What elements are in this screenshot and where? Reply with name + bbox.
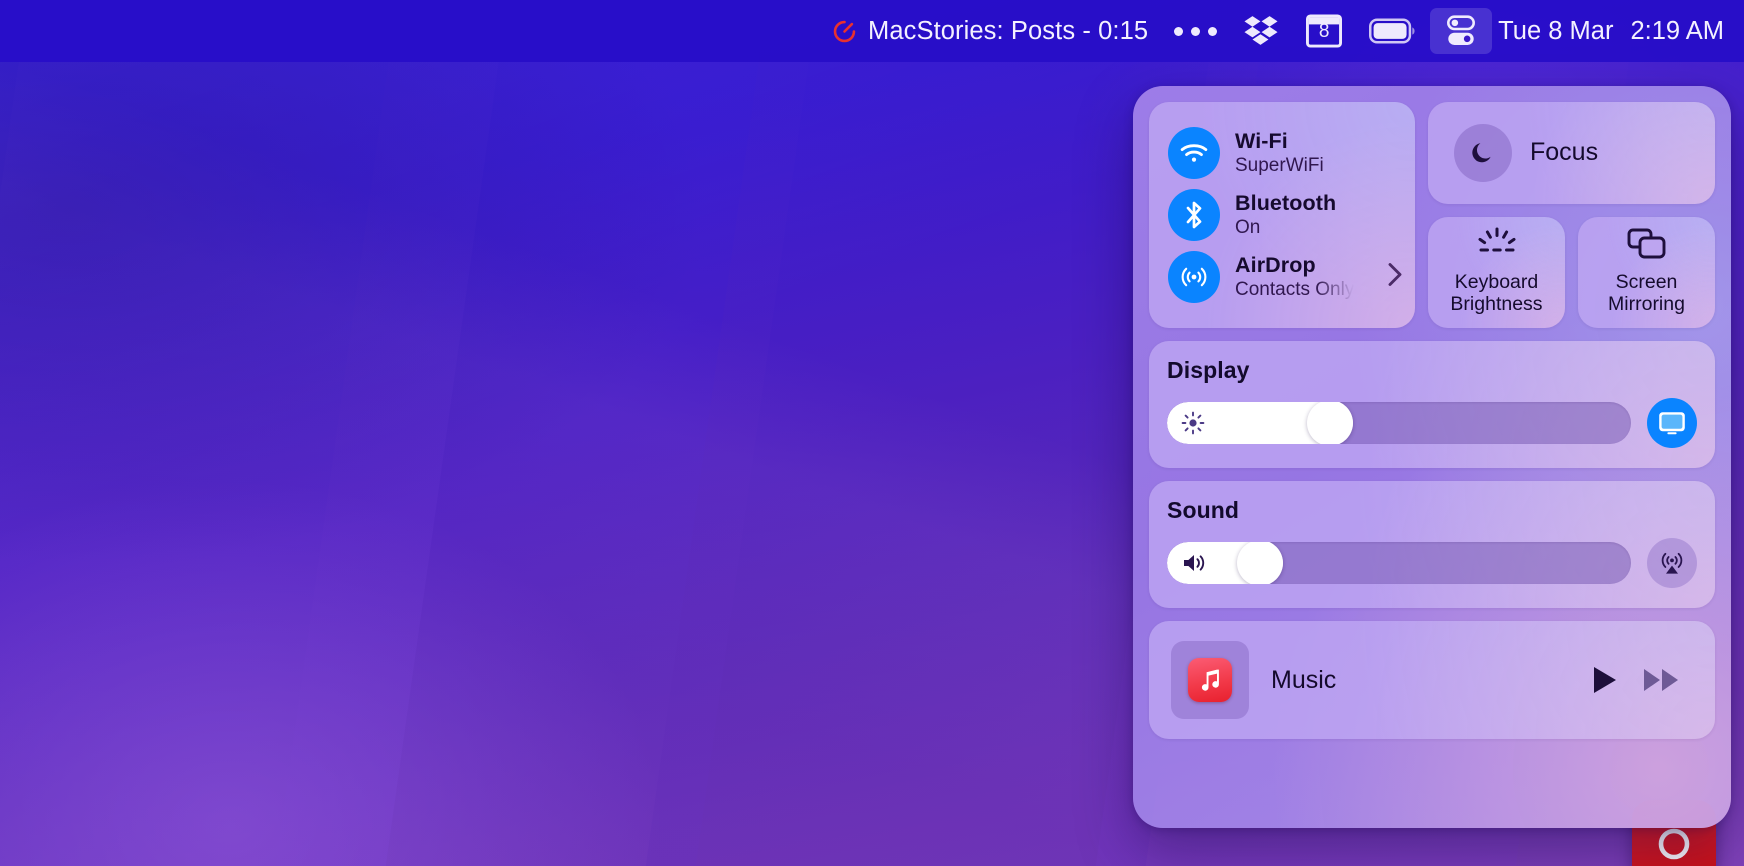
music-app-icon — [1188, 658, 1232, 702]
play-icon[interactable] — [1589, 664, 1619, 696]
airdrop-row[interactable]: AirDrop Contacts Only — [1149, 246, 1415, 308]
wallpaper-glow — [0, 466, 680, 866]
calendar-icon: 8 — [1305, 12, 1343, 50]
music-app-tile[interactable] — [1171, 641, 1249, 719]
brightness-icon — [1181, 411, 1205, 435]
display-icon — [1657, 410, 1687, 436]
wifi-subtitle: SuperWiFi — [1235, 155, 1324, 176]
display-heading: Display — [1167, 357, 1250, 383]
menubar-control-center-button[interactable] — [1430, 8, 1493, 54]
bluetooth-row[interactable]: Bluetooth On — [1149, 184, 1415, 246]
sound-heading: Sound — [1167, 497, 1240, 523]
now-playing-text: MacStories: Posts - 0:15 — [867, 16, 1149, 45]
ellipsis-icon — [1174, 26, 1218, 36]
desktop: MacStories: Posts - 0:15 8 Tue 8 Mar 2:1… — [0, 0, 1744, 866]
control-center-panel: Wi-Fi SuperWiFi Bluetooth On AirDrop Con… — [1133, 86, 1731, 828]
sound-slider-row — [1167, 538, 1697, 588]
focus-tile[interactable]: Focus — [1428, 102, 1715, 204]
display-slider-knob[interactable] — [1306, 402, 1353, 444]
menu-bar: MacStories: Posts - 0:15 8 Tue 8 Mar 2:1… — [0, 0, 1744, 62]
timer-icon — [831, 18, 858, 45]
airdrop-title: AirDrop — [1235, 253, 1316, 277]
airplay-audio-icon — [1658, 549, 1686, 577]
airdrop-icon — [1168, 251, 1220, 303]
wifi-text: Wi-Fi SuperWiFi — [1235, 129, 1324, 177]
focus-label: Focus — [1530, 138, 1599, 167]
sound-volume-slider[interactable] — [1167, 542, 1631, 584]
dropbox-icon — [1243, 15, 1279, 47]
menubar-dropbox[interactable] — [1230, 8, 1292, 54]
sound-slider-knob[interactable] — [1237, 542, 1283, 584]
display-slider-row — [1167, 398, 1697, 448]
wallpaper-band — [245, 0, 835, 866]
wifi-icon — [1168, 127, 1220, 179]
menubar-battery[interactable] — [1356, 8, 1430, 54]
bluetooth-title: Bluetooth — [1235, 191, 1337, 215]
airdrop-subtitle: Contacts Only — [1235, 279, 1355, 300]
music-controls — [1589, 664, 1693, 696]
display-settings-button[interactable] — [1647, 398, 1697, 448]
wallpaper-shadow — [0, 60, 700, 560]
moon-icon — [1454, 123, 1512, 182]
display-brightness-slider[interactable] — [1167, 402, 1631, 444]
speaker-icon — [1181, 551, 1209, 575]
menubar-now-playing[interactable]: MacStories: Posts - 0:15 — [818, 8, 1161, 54]
menubar-date: Tue 8 Mar — [1498, 16, 1614, 45]
sound-card: Sound — [1149, 481, 1715, 608]
calendar-day-number: 8 — [1318, 21, 1330, 42]
wifi-title: Wi-Fi — [1235, 129, 1288, 153]
music-label: Music — [1271, 665, 1337, 694]
wallpaper-band — [0, 0, 525, 866]
bluetooth-icon — [1168, 189, 1220, 241]
screen-mirroring-label: Screen Mirroring — [1608, 270, 1685, 316]
control-center-icon — [1443, 14, 1479, 48]
control-center-right-column: Focus Keyboard Brightness Screen Mirrori… — [1428, 102, 1715, 328]
menubar-calendar[interactable]: 8 — [1292, 8, 1356, 54]
menubar-overflow-button[interactable] — [1161, 8, 1230, 54]
display-card: Display — [1149, 341, 1715, 468]
control-center-top-row: Wi-Fi SuperWiFi Bluetooth On AirDrop Con… — [1149, 102, 1715, 328]
menubar-time: 2:19 AM — [1630, 16, 1724, 45]
music-card: Music — [1149, 621, 1715, 739]
chevron-right-icon[interactable] — [1385, 259, 1405, 296]
bluetooth-subtitle: On — [1235, 217, 1261, 238]
fast-forward-icon[interactable] — [1641, 664, 1683, 696]
battery-icon — [1369, 18, 1417, 44]
connectivity-card: Wi-Fi SuperWiFi Bluetooth On AirDrop Con… — [1149, 102, 1415, 328]
menubar-clock[interactable]: Tue 8 Mar 2:19 AM — [1492, 17, 1728, 46]
screen-mirroring-tile[interactable]: Screen Mirroring — [1578, 217, 1715, 328]
bluetooth-text: Bluetooth On — [1235, 191, 1336, 239]
airdrop-text: AirDrop Contacts Only — [1235, 253, 1354, 301]
keyboard-brightness-icon — [1473, 227, 1521, 261]
keyboard-brightness-label: Keyboard Brightness — [1450, 270, 1543, 316]
wifi-row[interactable]: Wi-Fi SuperWiFi — [1149, 122, 1415, 184]
sound-output-button[interactable] — [1647, 538, 1697, 588]
screen-mirroring-icon — [1626, 227, 1668, 261]
keyboard-brightness-tile[interactable]: Keyboard Brightness — [1428, 217, 1565, 328]
control-center-tiles-row: Keyboard Brightness Screen Mirroring — [1428, 217, 1715, 328]
